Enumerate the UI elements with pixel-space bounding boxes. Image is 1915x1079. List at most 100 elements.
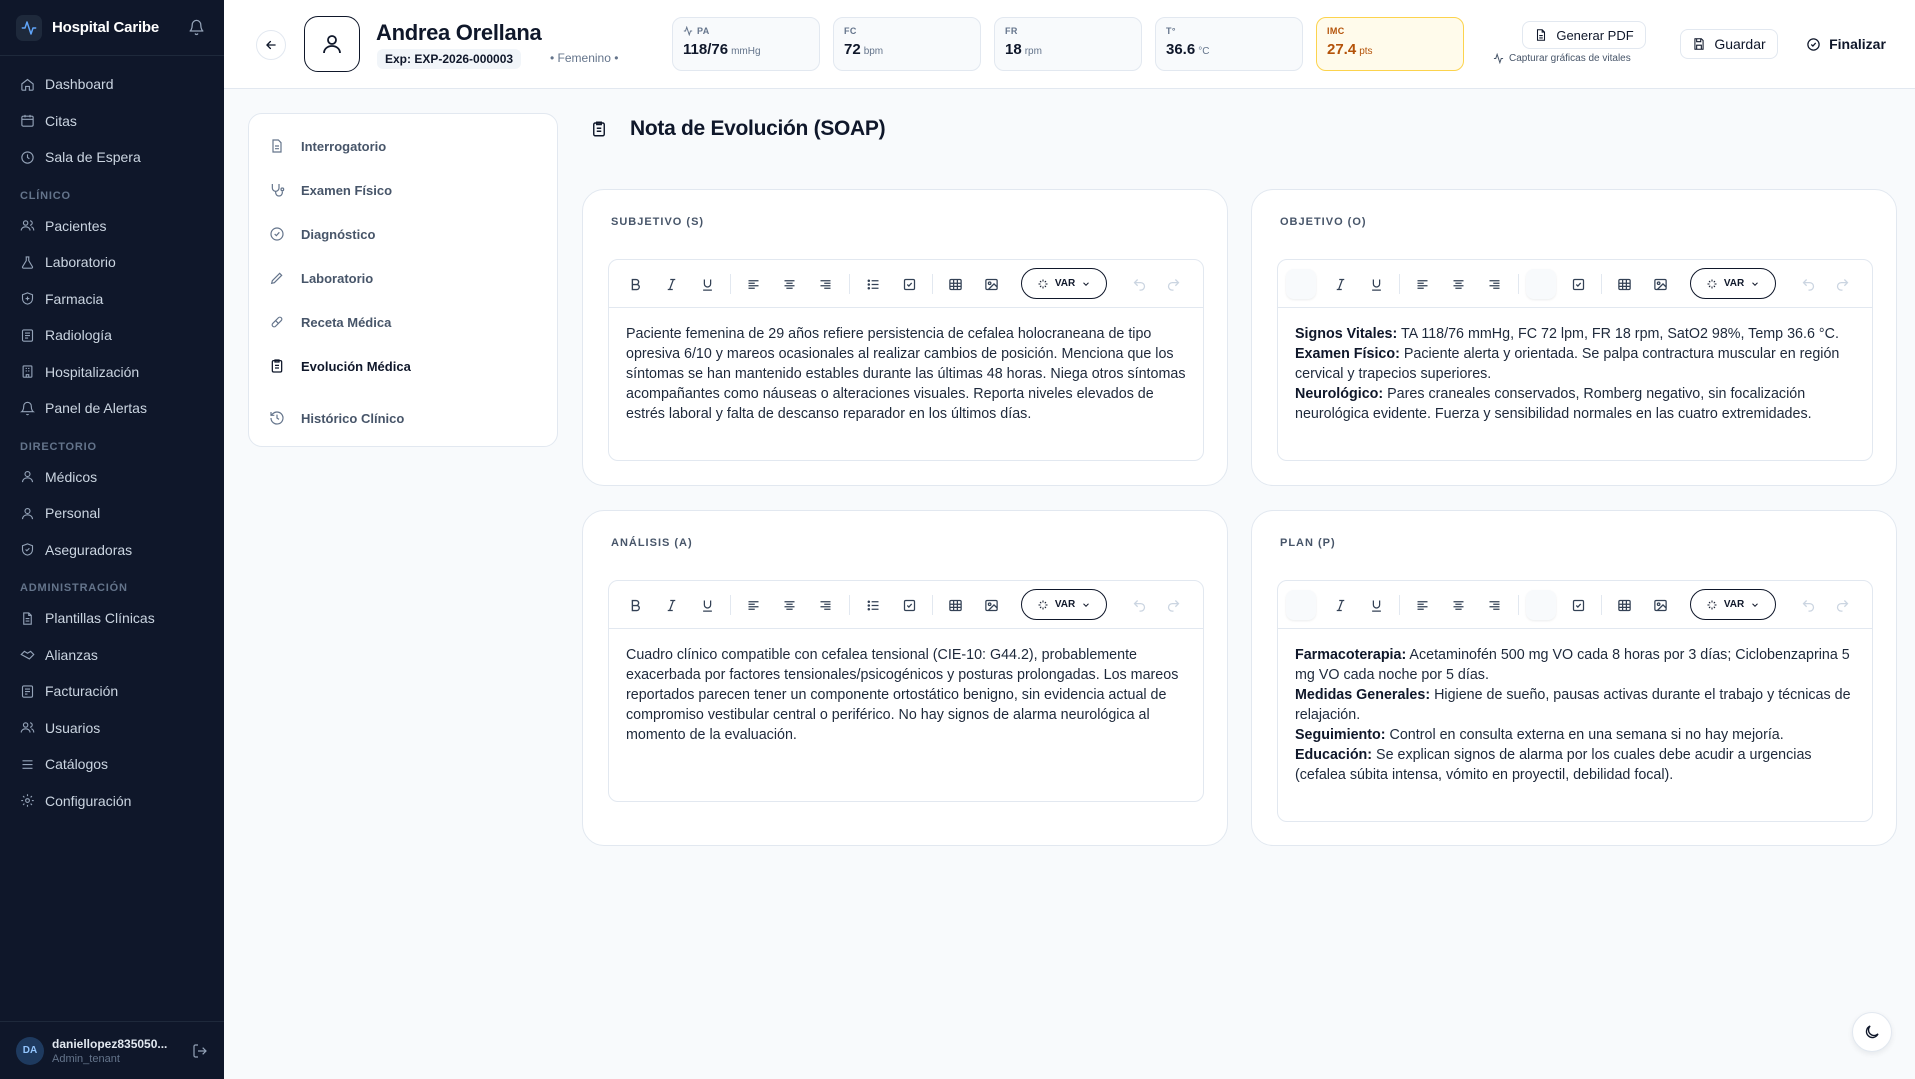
redo-button[interactable] xyxy=(1163,595,1183,615)
vital-value: 72 bpm xyxy=(844,41,970,58)
nav-item-citas[interactable]: Citas xyxy=(0,103,224,140)
table-button[interactable] xyxy=(945,595,965,615)
nav-item-dashboard[interactable]: Dashboard xyxy=(0,66,224,103)
underline-button[interactable] xyxy=(1366,595,1386,615)
redo-button[interactable] xyxy=(1832,595,1852,615)
back-button[interactable] xyxy=(256,30,286,60)
bullet-list-button[interactable] xyxy=(1526,590,1556,620)
nav-item-facturacion[interactable]: Facturación xyxy=(0,673,224,710)
undo-button[interactable] xyxy=(1129,595,1149,615)
rich-text-editor[interactable]: VAR Cuadro clínico compatible con cefale… xyxy=(608,580,1204,802)
italic-icon xyxy=(667,599,675,611)
user-profile[interactable]: DA daniellopez835050... Admin_tenant xyxy=(0,1021,224,1079)
save-button[interactable]: Guardar xyxy=(1680,29,1778,59)
redo-button[interactable] xyxy=(1163,274,1183,294)
image-button[interactable] xyxy=(981,274,1001,294)
align-center-button[interactable] xyxy=(779,274,799,294)
nav-item-radiologia[interactable]: Radiología xyxy=(0,317,224,354)
nav-item-usuarios[interactable]: Usuarios xyxy=(0,710,224,747)
align-left-button[interactable] xyxy=(743,274,763,294)
align-right-button[interactable] xyxy=(1484,274,1504,294)
checklist-button[interactable] xyxy=(899,595,919,615)
bullet-list-button[interactable] xyxy=(863,595,883,615)
sec-item-laboratorio[interactable]: Laboratorio xyxy=(249,256,557,300)
variables-dropdown[interactable]: VAR xyxy=(1690,589,1776,620)
sec-item-historico[interactable]: Histórico Clínico xyxy=(249,396,557,440)
logout-icon[interactable] xyxy=(192,1043,208,1059)
nav-item-aseguradoras[interactable]: Aseguradoras xyxy=(0,532,224,569)
variables-dropdown[interactable]: VAR xyxy=(1021,589,1107,620)
underline-button[interactable] xyxy=(697,274,717,294)
rich-text-editor[interactable]: VAR Farmacoterapia: Acetaminofén 500 mg … xyxy=(1277,580,1873,822)
nav-item-sala-espera[interactable]: Sala de Espera xyxy=(0,139,224,176)
align-right-button[interactable] xyxy=(815,595,835,615)
nav-item-hospitalizacion[interactable]: Hospitalización xyxy=(0,354,224,391)
finish-button[interactable]: Finalizar xyxy=(1796,29,1896,59)
variables-dropdown[interactable]: VAR xyxy=(1690,268,1776,299)
italic-button[interactable] xyxy=(661,595,681,615)
image-button[interactable] xyxy=(1650,595,1670,615)
italic-button[interactable] xyxy=(1330,595,1350,615)
editor-content[interactable]: Paciente femenina de 29 años refiere per… xyxy=(609,308,1203,440)
bold-button[interactable] xyxy=(625,595,645,615)
sec-item-evolucion[interactable]: Evolución Médica xyxy=(249,344,557,388)
table-button[interactable] xyxy=(945,274,965,294)
align-center-button[interactable] xyxy=(1448,274,1468,294)
underline-button[interactable] xyxy=(1366,274,1386,294)
editor-content[interactable]: Farmacoterapia: Acetaminofén 500 mg VO c… xyxy=(1278,629,1872,801)
italic-button[interactable] xyxy=(661,274,681,294)
align-left-button[interactable] xyxy=(1412,274,1432,294)
table-button[interactable] xyxy=(1614,274,1634,294)
sec-item-receta[interactable]: Receta Médica xyxy=(249,300,557,344)
bold-button[interactable] xyxy=(625,274,645,294)
nav-item-pacientes[interactable]: Pacientes xyxy=(0,208,224,245)
sparkles-icon xyxy=(1038,600,1048,609)
align-left-button[interactable] xyxy=(1412,595,1432,615)
bullet-list-button[interactable] xyxy=(1526,269,1556,299)
align-center-button[interactable] xyxy=(779,595,799,615)
undo-button[interactable] xyxy=(1798,595,1818,615)
rich-text-editor[interactable]: VAR Signos Vitales: TA 118/76 mmHg, FC 7… xyxy=(1277,259,1873,461)
nav-item-farmacia[interactable]: Farmacia xyxy=(0,281,224,318)
table-button[interactable] xyxy=(1614,595,1634,615)
generate-pdf-button[interactable]: Generar PDF xyxy=(1522,21,1646,49)
align-left-button[interactable] xyxy=(743,595,763,615)
italic-button[interactable] xyxy=(1330,274,1350,294)
rich-text-editor[interactable]: VAR Paciente femenina de 29 años refiere… xyxy=(608,259,1204,461)
sec-item-interrogatorio[interactable]: Interrogatorio xyxy=(249,124,557,168)
checklist-button[interactable] xyxy=(899,274,919,294)
nav-item-medicos[interactable]: Médicos xyxy=(0,459,224,496)
nav-item-catalogos[interactable]: Catálogos xyxy=(0,746,224,783)
redo-button[interactable] xyxy=(1832,274,1852,294)
image-button[interactable] xyxy=(981,595,1001,615)
editor-content[interactable]: Cuadro clínico compatible con cefalea te… xyxy=(609,629,1203,761)
capture-vitals-link[interactable]: Capturar gráficas de vitales xyxy=(1493,53,1631,64)
sec-item-examen-fisico[interactable]: Examen Físico xyxy=(249,168,557,212)
variables-dropdown[interactable]: VAR xyxy=(1021,268,1107,299)
undo-button[interactable] xyxy=(1129,274,1149,294)
sec-item-diagnostico[interactable]: Diagnóstico xyxy=(249,212,557,256)
nav-item-configuracion[interactable]: Configuración xyxy=(0,783,224,820)
paragraph: Educación: Se explican signos de alarma … xyxy=(1295,745,1855,785)
checklist-button[interactable] xyxy=(1568,595,1588,615)
bullet-list-button[interactable] xyxy=(863,274,883,294)
nav-label: Facturación xyxy=(45,683,119,700)
underline-button[interactable] xyxy=(697,595,717,615)
nav-item-panel-alertas[interactable]: Panel de Alertas xyxy=(0,390,224,427)
bold-button[interactable] xyxy=(1286,590,1316,620)
editor-content[interactable]: Signos Vitales: TA 118/76 mmHg, FC 72 lp… xyxy=(1278,308,1872,440)
nav-item-plantillas[interactable]: Plantillas Clínicas xyxy=(0,600,224,637)
undo-button[interactable] xyxy=(1798,274,1818,294)
align-right-button[interactable] xyxy=(1484,595,1504,615)
nav-item-personal[interactable]: Personal xyxy=(0,495,224,532)
image-button[interactable] xyxy=(1650,274,1670,294)
bold-button[interactable] xyxy=(1286,269,1316,299)
notifications-bell-icon[interactable] xyxy=(186,18,206,38)
checklist-button[interactable] xyxy=(1568,274,1588,294)
align-right-button[interactable] xyxy=(815,274,835,294)
paragraph: Seguimiento: Control en consulta externa… xyxy=(1295,725,1855,745)
nav-item-laboratorio[interactable]: Laboratorio xyxy=(0,244,224,281)
theme-toggle-button[interactable] xyxy=(1852,1012,1892,1052)
nav-item-alianzas[interactable]: Alianzas xyxy=(0,637,224,674)
align-center-button[interactable] xyxy=(1448,595,1468,615)
